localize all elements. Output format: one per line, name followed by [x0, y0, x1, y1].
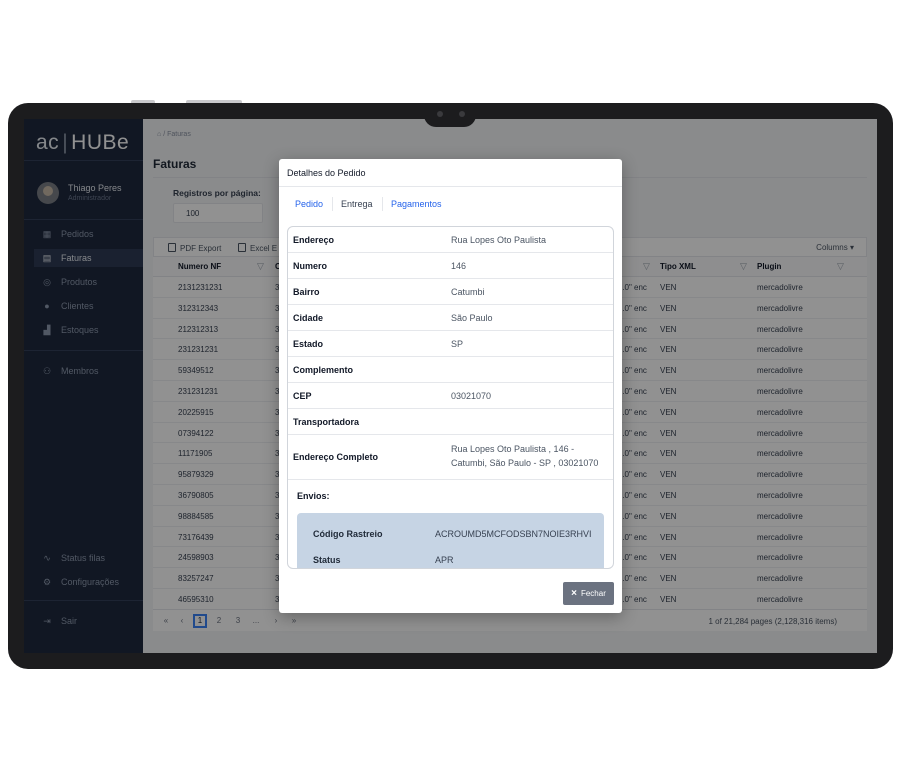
- detail-row-estado: Estado SP: [288, 331, 613, 357]
- detail-value: São Paulo: [451, 313, 493, 323]
- detail-row-endereco-completo: Endereço Completo Rua Lopes Oto Paulista…: [288, 435, 613, 480]
- detail-label: Endereço: [293, 235, 335, 245]
- detail-row-transportadora: Transportadora: [288, 409, 613, 435]
- detail-value: Rua Lopes Oto Paulista: [451, 235, 547, 245]
- detail-row-endereco: Endereço Rua Lopes Oto Paulista: [288, 227, 613, 253]
- modal-title: Detalhes do Pedido: [287, 168, 366, 178]
- shipment-status-label: Status: [313, 555, 341, 565]
- envios-heading: Envios:: [297, 491, 330, 501]
- close-button-label: Fechar: [580, 589, 606, 598]
- detail-label: Endereço Completo: [293, 452, 379, 462]
- detail-value: 03021070: [451, 391, 492, 401]
- detail-row-numero: Numero 146: [288, 253, 613, 279]
- shipment-card: Código Rastreio ACROUMD5MCFODSBN7NOIE3RH…: [297, 513, 604, 568]
- detail-row-bairro: Bairro Catumbi: [288, 279, 613, 305]
- detail-label: Numero: [293, 261, 328, 271]
- camera-dot: [437, 111, 443, 117]
- detail-value: 146: [451, 261, 467, 271]
- detail-label: Estado: [293, 339, 324, 349]
- camera-dot: [459, 111, 465, 117]
- detail-label: Bairro: [293, 287, 320, 297]
- detail-label: Complemento: [293, 365, 354, 375]
- detail-value: SP: [451, 339, 464, 349]
- camera-notch: [424, 107, 476, 127]
- close-button[interactable]: × Fechar: [563, 582, 614, 605]
- close-icon: ×: [571, 588, 577, 599]
- detail-label: CEP: [293, 391, 312, 401]
- tab-separator: [382, 197, 383, 211]
- detail-value: Rua Lopes Oto Paulista , 146 - Catumbi, …: [451, 444, 599, 468]
- tab-pagamentos[interactable]: Pagamentos: [391, 199, 442, 209]
- detail-value: Catumbi: [451, 287, 485, 297]
- details-panel: Endereço Rua Lopes Oto Paulista Numero 1…: [287, 226, 614, 569]
- tab-pedido[interactable]: Pedido: [295, 199, 323, 209]
- modal-divider: [279, 186, 622, 187]
- detail-row-complemento: Complemento: [288, 357, 613, 383]
- order-details-modal: Detalhes do Pedido Pedido Entrega Pagame…: [279, 159, 622, 613]
- tracking-code-label: Código Rastreio: [313, 529, 383, 539]
- app-screen: ac | HUBe Thiago Peres Administrador ▦ Ped…: [24, 119, 877, 653]
- detail-label: Transportadora: [293, 417, 360, 427]
- detail-row-cep: CEP 03021070: [288, 383, 613, 409]
- tab-entrega[interactable]: Entrega: [341, 199, 373, 209]
- shipment-status-value: APR: [435, 555, 454, 565]
- tracking-code-value: ACROUMD5MCFODSBN7NOIE3RHVI: [435, 529, 592, 539]
- detail-row-cidade: Cidade São Paulo: [288, 305, 613, 331]
- detail-label: Cidade: [293, 313, 324, 323]
- tab-separator: [332, 197, 333, 211]
